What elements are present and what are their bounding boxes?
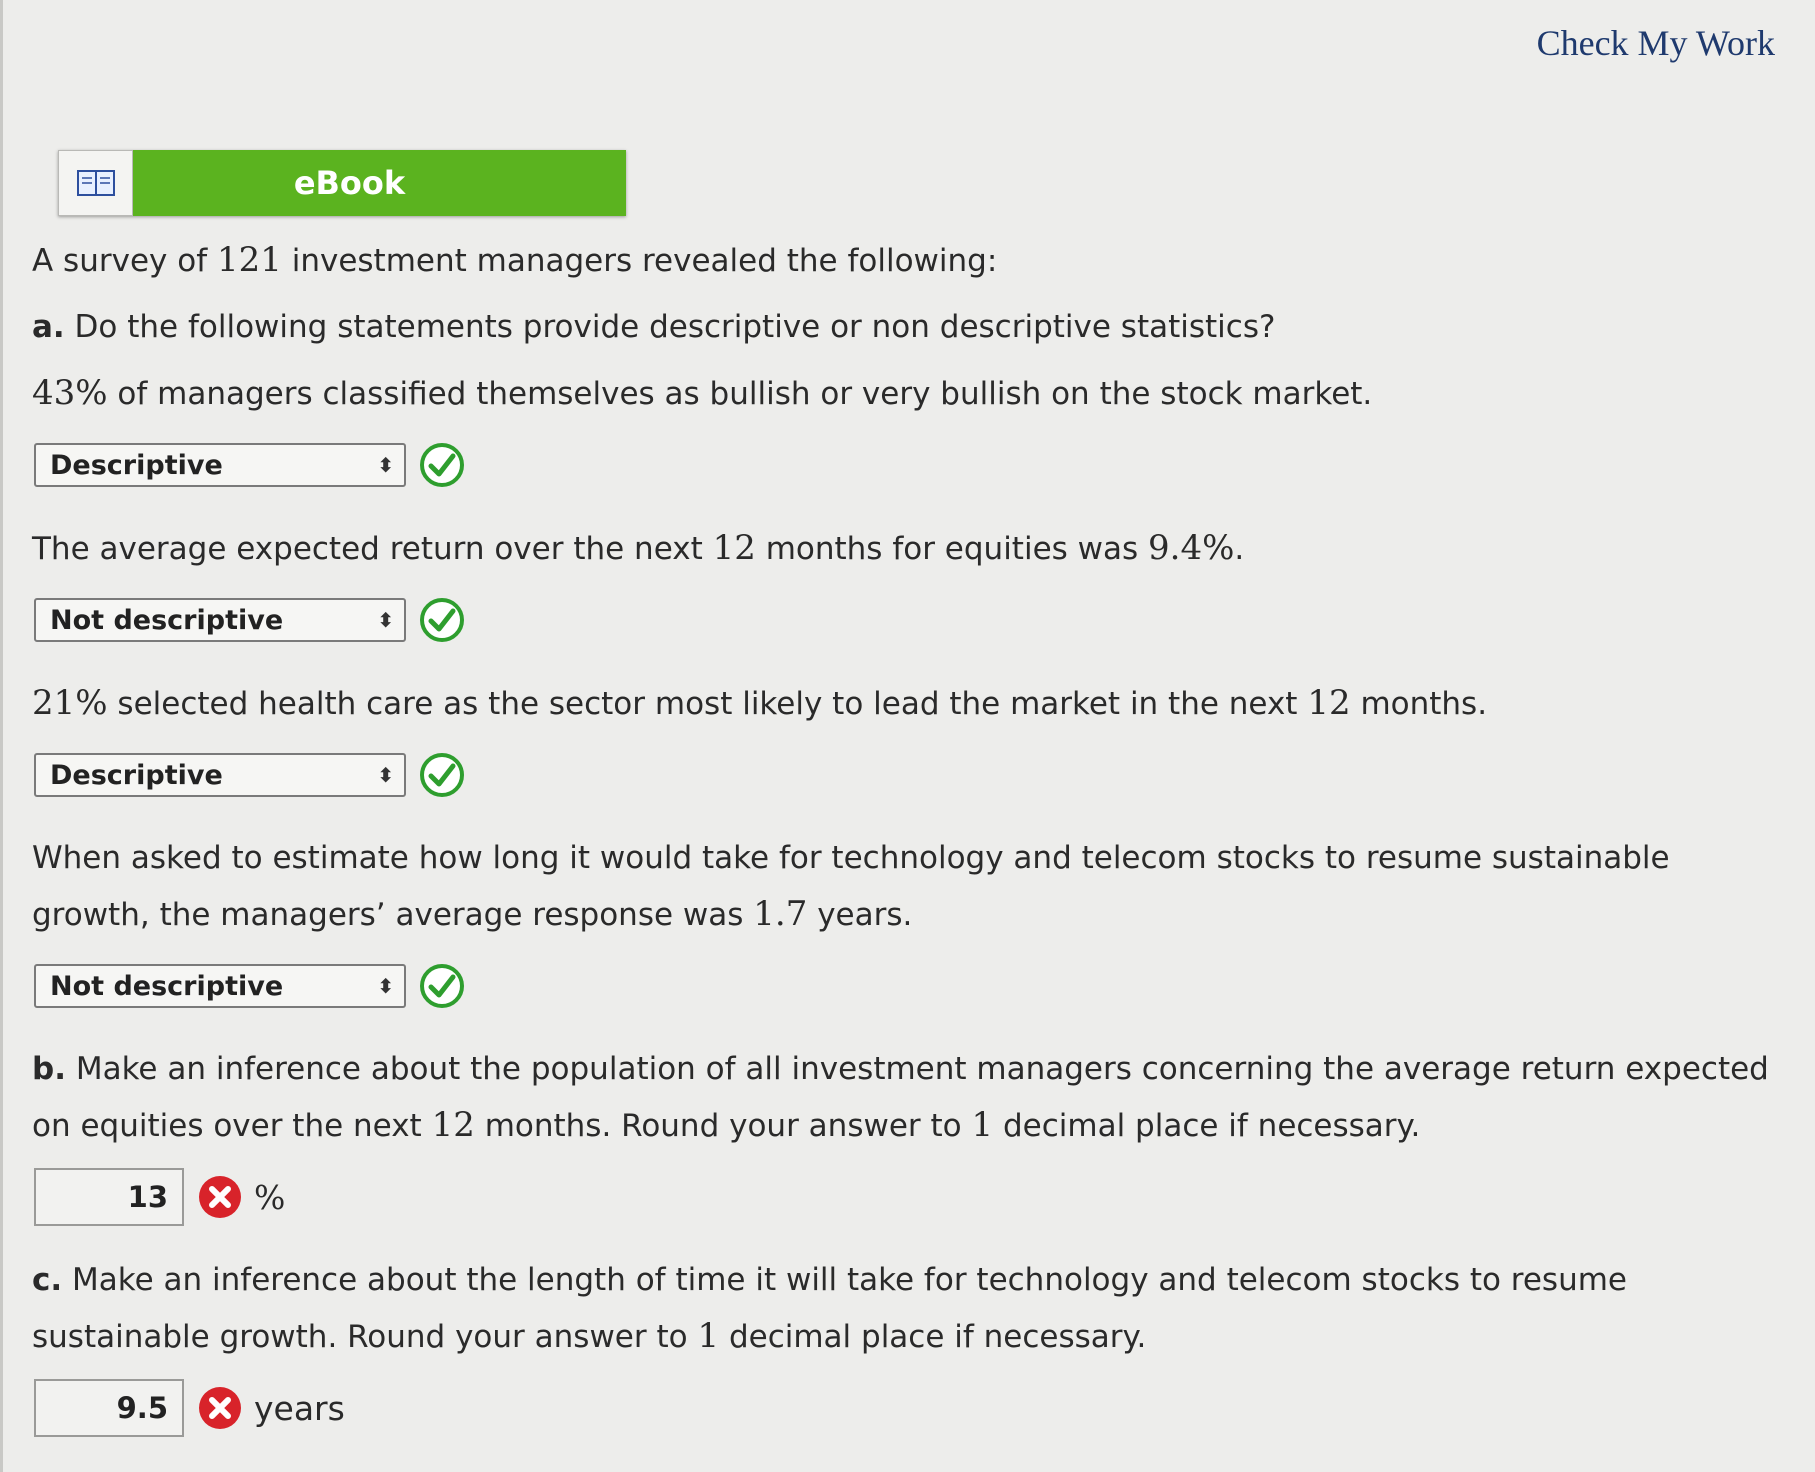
incorrect-x-icon [196,1173,244,1221]
math-number: 1 [971,1105,994,1145]
math-number: 12 [712,528,756,568]
math-number: 21% [32,683,108,723]
text-run: of managers classified themselves as bul… [107,376,1373,412]
text-run: The average expected return over the nex… [32,531,713,567]
correct-check-icon [418,751,466,799]
intro-post: investment managers revealed the followi… [281,243,998,279]
part-b-question-text: Make an inference about the population o… [32,1051,1769,1145]
text-run: decimal place if necessary. [993,1108,1421,1144]
intro-count: 121 [216,240,282,280]
statement-item: When asked to estimate how long it would… [32,830,1777,1019]
ebook-label: eBook [133,150,626,216]
statement-text: When asked to estimate how long it would… [32,830,1777,943]
text-run: selected health care as the sector most … [107,686,1308,722]
answer-row: Not descriptive ⬍ [34,587,1777,653]
correct-check-icon [418,441,466,489]
math-number: 43% [32,373,108,413]
statement-text: 21% selected health care as the sector m… [32,675,1777,732]
part-c-question-text: Make an inference about the length of ti… [32,1262,1627,1356]
answer-row: Not descriptive ⬍ [34,953,1777,1019]
statement-item: 21% selected health care as the sector m… [32,675,1777,808]
math-number: 1 [697,1316,720,1356]
part-a-question: a. Do the following statements provide d… [32,299,1777,355]
updown-chevron-icon: ⬍ [377,974,394,998]
left-border [0,0,3,1472]
dropdown-value: Not descriptive [50,970,284,1002]
classification-dropdown[interactable]: Descriptive ⬍ [34,753,406,797]
dropdown-value: Descriptive [50,449,223,481]
statement-text: 43% of managers classified themselves as… [32,365,1777,422]
question-content: A survey of 121 investment managers reve… [32,232,1777,1463]
incorrect-x-icon [196,1384,244,1432]
updown-chevron-icon: ⬍ [377,763,394,787]
correct-check-icon [418,962,466,1010]
text-run: decimal place if necessary. [719,1319,1147,1355]
math-number: 12 [1307,683,1351,723]
part-b-answer-row: 13 % [34,1164,1777,1230]
part-a-question-text: Do the following statements provide desc… [64,309,1276,345]
intro-text: A survey of 121 investment managers reve… [32,232,1777,289]
classification-dropdown[interactable]: Descriptive ⬍ [34,443,406,487]
text-run: months. [1350,686,1488,722]
dropdown-value: Not descriptive [50,604,284,636]
statement-item: The average expected return over the nex… [32,520,1777,653]
part-a-items: 43% of managers classified themselves as… [32,365,1777,1019]
years-answer-input[interactable]: 9.5 [34,1379,184,1437]
part-a-prefix: a. [32,309,65,345]
part-c-prefix: c. [32,1262,63,1298]
math-number: 12 [431,1105,475,1145]
return-answer-input[interactable]: 13 [34,1168,184,1226]
classification-dropdown[interactable]: Not descriptive ⬍ [34,598,406,642]
ebook-button[interactable]: eBook [58,150,626,216]
years-unit-label: years [254,1388,345,1428]
part-b-question: b. Make an inference about the populatio… [32,1041,1777,1154]
dropdown-value: Descriptive [50,759,223,791]
part-c-answer-row: 9.5 years [34,1375,1777,1441]
math-number: 1.7 [753,894,808,934]
intro-pre: A survey of [32,243,217,279]
statement-text: The average expected return over the nex… [32,520,1777,577]
check-my-work-link[interactable]: Check My Work [1537,22,1775,64]
part-b-prefix: b. [32,1051,66,1087]
math-number: 9.4% [1148,528,1235,568]
correct-check-icon [418,596,466,644]
classification-dropdown[interactable]: Not descriptive ⬍ [34,964,406,1008]
answer-row: Descriptive ⬍ [34,742,1777,808]
percent-unit-label: % [254,1177,286,1217]
text-run: months for equities was [755,531,1149,567]
text-run: months. Round your answer to [474,1108,972,1144]
book-icon [58,150,133,216]
text-run: . [1234,531,1245,567]
answer-row: Descriptive ⬍ [34,432,1777,498]
updown-chevron-icon: ⬍ [377,608,394,632]
text-run: years. [807,897,913,933]
updown-chevron-icon: ⬍ [377,453,394,477]
part-c-question: c. Make an inference about the length of… [32,1252,1777,1365]
statement-item: 43% of managers classified themselves as… [32,365,1777,498]
